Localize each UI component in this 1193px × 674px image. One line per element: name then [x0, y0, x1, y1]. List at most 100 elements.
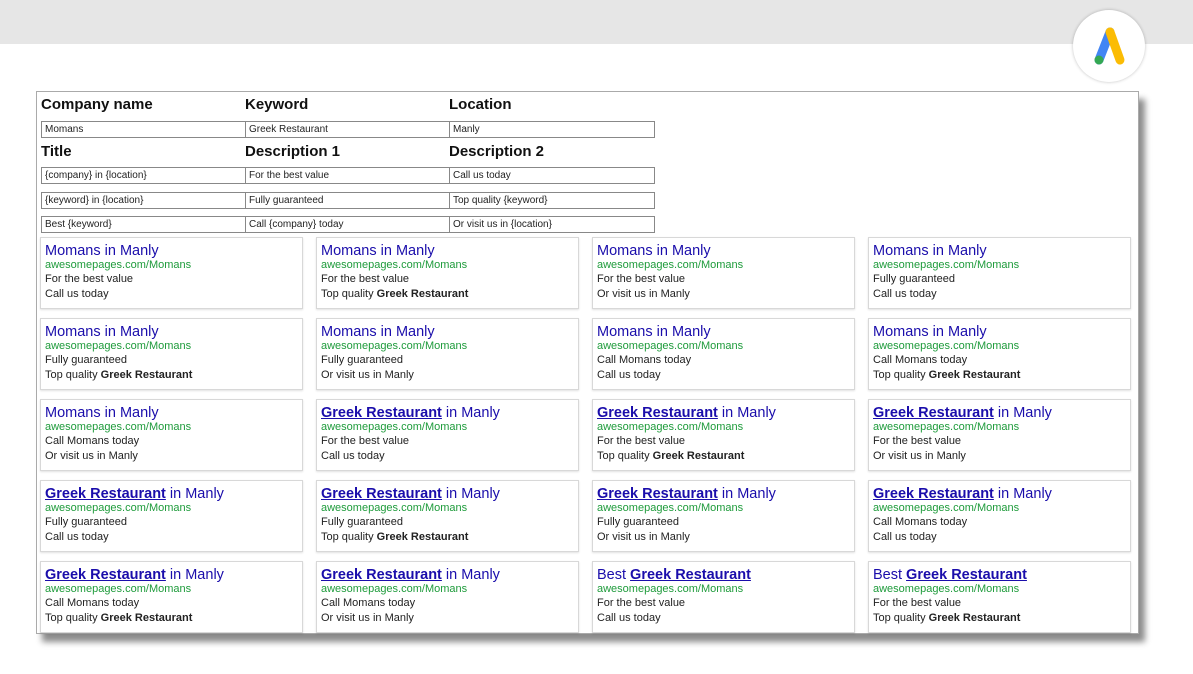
ad-description-1-text: For the best value: [873, 435, 961, 447]
ad-title-keyword: Greek Restaurant: [45, 486, 166, 502]
top-banner: [0, 0, 1193, 44]
description-1-input[interactable]: Call {company} today: [245, 216, 451, 233]
ad-preview-card: Greek Restaurant in Manlyawesomepages.co…: [316, 561, 579, 633]
location-label: Location: [449, 96, 512, 113]
ad-generator-panel: Company name Keyword Location Momans Gre…: [36, 91, 1139, 634]
ad-description-1: For the best value: [321, 434, 578, 449]
ad-description-1: Fully guaranteed: [321, 515, 578, 530]
company-name-input[interactable]: Momans: [41, 121, 247, 138]
ad-description-2-keyword: Greek Restaurant: [929, 612, 1021, 624]
ad-preview-card: Momans in Manlyawesomepages.com/MomansFo…: [40, 237, 303, 309]
ad-title-link[interactable]: Best Greek Restaurant: [873, 567, 1130, 583]
ad-title-keyword: Greek Restaurant: [906, 567, 1027, 583]
ad-title-text: Momans in Manly: [321, 324, 435, 340]
ad-title-keyword: Greek Restaurant: [321, 486, 442, 502]
ad-title-link[interactable]: Momans in Manly: [597, 243, 854, 259]
ad-description-1: Fully guaranteed: [597, 515, 854, 530]
ad-description-2-text: Call us today: [45, 288, 109, 300]
ad-title-link[interactable]: Momans in Manly: [45, 405, 302, 421]
description-1-input[interactable]: For the best value: [245, 167, 451, 184]
ad-title-text: Momans in Manly: [597, 243, 711, 259]
ad-preview-card: Momans in Manlyawesomepages.com/MomansCa…: [40, 399, 303, 471]
description-1-input[interactable]: Fully guaranteed: [245, 192, 451, 209]
ad-title-link[interactable]: Momans in Manly: [321, 243, 578, 259]
ad-display-url: awesomepages.com/Momans: [873, 502, 1130, 515]
ad-description-2: Call us today: [597, 611, 854, 626]
ad-title-link[interactable]: Greek Restaurant in Manly: [873, 486, 1130, 502]
ad-title-link[interactable]: Greek Restaurant in Manly: [873, 405, 1130, 421]
ad-display-url: awesomepages.com/Momans: [597, 340, 854, 353]
ad-title-text: in Manly: [442, 567, 500, 583]
ad-description-2: Or visit us in Manly: [321, 611, 578, 626]
title-input[interactable]: {keyword} in {location}: [41, 192, 247, 209]
ad-description-2: Call us today: [873, 530, 1130, 545]
location-input[interactable]: Manly: [449, 121, 655, 138]
ad-preview-card: Best Greek Restaurantawesomepages.com/Mo…: [868, 561, 1131, 633]
ad-description-1: Call Momans today: [45, 596, 302, 611]
ad-preview-card: Greek Restaurant in Manlyawesomepages.co…: [40, 480, 303, 552]
ad-description-1-text: Call Momans today: [321, 597, 415, 609]
ad-display-url: awesomepages.com/Momans: [321, 583, 578, 596]
ad-description-2: Top quality Greek Restaurant: [873, 368, 1130, 383]
ad-preview-card: Greek Restaurant in Manlyawesomepages.co…: [868, 480, 1131, 552]
ad-description-2-text: Call us today: [597, 612, 661, 624]
ad-description-2-keyword: Greek Restaurant: [377, 288, 469, 300]
ad-preview-card: Momans in Manlyawesomepages.com/MomansFu…: [868, 237, 1131, 309]
ad-title-link[interactable]: Momans in Manly: [45, 243, 302, 259]
keyword-input[interactable]: Greek Restaurant: [245, 121, 451, 138]
ad-title-text: Momans in Manly: [45, 243, 159, 259]
ad-description-1: For the best value: [597, 434, 854, 449]
ad-title-text: in Manly: [994, 486, 1052, 502]
ad-preview-card: Greek Restaurant in Manlyawesomepages.co…: [868, 399, 1131, 471]
ad-description-1-text: For the best value: [321, 273, 409, 285]
ad-description-2-keyword: Greek Restaurant: [101, 612, 193, 624]
ad-description-2: Or visit us in Manly: [873, 449, 1130, 464]
ad-title-link[interactable]: Momans in Manly: [597, 324, 854, 340]
ad-title-link[interactable]: Momans in Manly: [321, 324, 578, 340]
ad-title-link[interactable]: Greek Restaurant in Manly: [321, 405, 578, 421]
ad-title-keyword: Greek Restaurant: [321, 567, 442, 583]
ad-title-link[interactable]: Greek Restaurant in Manly: [597, 405, 854, 421]
ad-title-link[interactable]: Greek Restaurant in Manly: [321, 486, 578, 502]
ad-description-2: Call us today: [45, 287, 302, 302]
ad-preview-card: Greek Restaurant in Manlyawesomepages.co…: [316, 399, 579, 471]
ad-title-text: in Manly: [166, 567, 224, 583]
ad-display-url: awesomepages.com/Momans: [45, 421, 302, 434]
ad-description-1-text: For the best value: [873, 597, 961, 609]
ad-title-link[interactable]: Momans in Manly: [873, 243, 1130, 259]
ad-description-2: Or visit us in Manly: [45, 449, 302, 464]
ad-title-text: Momans in Manly: [321, 243, 435, 259]
title-label: Title: [41, 143, 72, 160]
ad-display-url: awesomepages.com/Momans: [321, 421, 578, 434]
ad-title-link[interactable]: Best Greek Restaurant: [597, 567, 854, 583]
ad-description-1-text: Call Momans today: [45, 597, 139, 609]
ad-title-link[interactable]: Momans in Manly: [873, 324, 1130, 340]
ad-description-2-keyword: Greek Restaurant: [101, 369, 193, 381]
ad-preview-card: Best Greek Restaurantawesomepages.com/Mo…: [592, 561, 855, 633]
ad-title-link[interactable]: Momans in Manly: [45, 324, 302, 340]
ad-description-2: Top quality Greek Restaurant: [45, 368, 302, 383]
ad-title-text: Momans in Manly: [45, 405, 159, 421]
ad-title-text: Best: [873, 567, 906, 583]
ad-description-1-text: For the best value: [597, 435, 685, 447]
ad-description-1: Fully guaranteed: [321, 353, 578, 368]
ad-title-text: in Manly: [994, 405, 1052, 421]
description-2-input[interactable]: Top quality {keyword}: [449, 192, 655, 209]
ad-title-link[interactable]: Greek Restaurant in Manly: [597, 486, 854, 502]
ad-title-link[interactable]: Greek Restaurant in Manly: [45, 486, 302, 502]
ad-title-link[interactable]: Greek Restaurant in Manly: [45, 567, 302, 583]
title-input[interactable]: Best {keyword}: [41, 216, 247, 233]
description-2-input[interactable]: Or visit us in {location}: [449, 216, 655, 233]
ad-description-1: Call Momans today: [45, 434, 302, 449]
ad-description-2-text: Top quality: [321, 288, 377, 300]
ad-title-link[interactable]: Greek Restaurant in Manly: [321, 567, 578, 583]
ad-title-keyword: Greek Restaurant: [597, 486, 718, 502]
ad-description-2: Top quality Greek Restaurant: [321, 530, 578, 545]
title-input[interactable]: {company} in {location}: [41, 167, 247, 184]
ad-description-1-text: Call Momans today: [873, 516, 967, 528]
description-2-input[interactable]: Call us today: [449, 167, 655, 184]
ad-title-text: Momans in Manly: [873, 243, 987, 259]
ad-description-2: Top quality Greek Restaurant: [873, 611, 1130, 626]
ad-description-1: For the best value: [597, 272, 854, 287]
ad-description-1-text: Call Momans today: [597, 354, 691, 366]
